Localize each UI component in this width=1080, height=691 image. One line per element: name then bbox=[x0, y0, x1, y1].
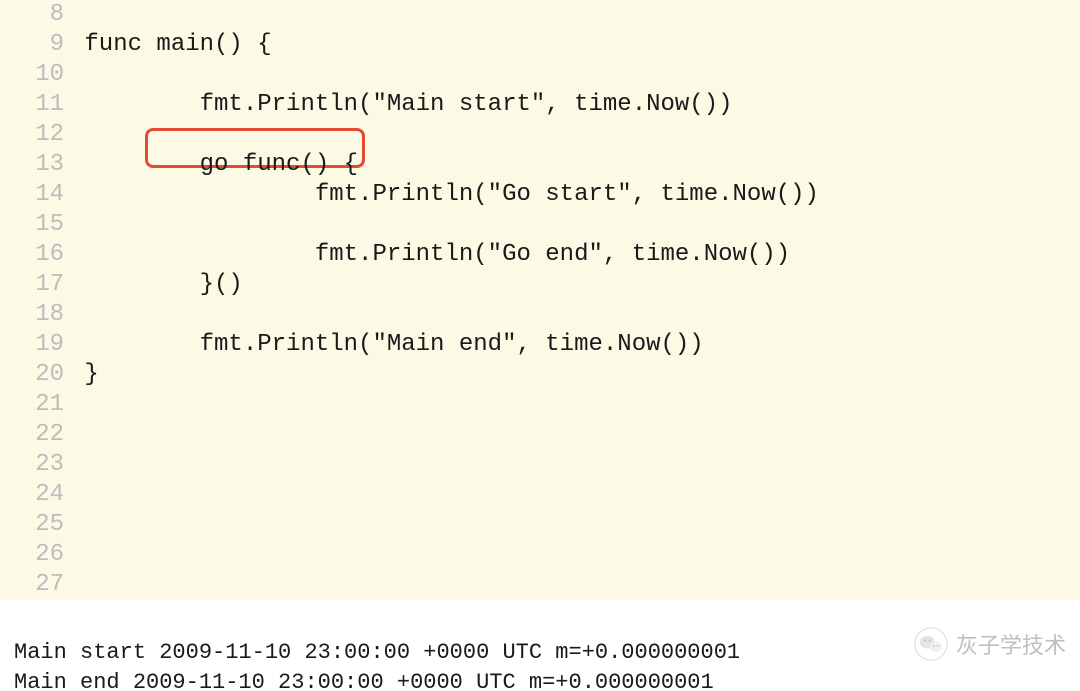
line-number: 8 bbox=[0, 0, 70, 30]
line-number: 12 bbox=[0, 120, 70, 150]
line-number: 16 bbox=[0, 240, 70, 270]
code-text[interactable] bbox=[70, 510, 84, 540]
code-text[interactable] bbox=[70, 420, 84, 450]
code-text[interactable]: func main() { bbox=[70, 30, 272, 60]
code-text[interactable] bbox=[70, 0, 84, 30]
code-line[interactable]: 18 bbox=[0, 300, 1080, 330]
line-number: 27 bbox=[0, 570, 70, 600]
code-text[interactable] bbox=[70, 480, 84, 510]
code-line[interactable]: 20 } bbox=[0, 360, 1080, 390]
line-number: 22 bbox=[0, 420, 70, 450]
code-line[interactable]: 13 go func() { bbox=[0, 150, 1080, 180]
code-line[interactable]: 11 fmt.Println("Main start", time.Now()) bbox=[0, 90, 1080, 120]
code-line[interactable]: 16 fmt.Println("Go end", time.Now()) bbox=[0, 240, 1080, 270]
code-line[interactable]: 8 bbox=[0, 0, 1080, 30]
code-text[interactable] bbox=[70, 570, 84, 600]
line-number: 20 bbox=[0, 360, 70, 390]
code-line[interactable]: 9 func main() { bbox=[0, 30, 1080, 60]
code-text[interactable]: fmt.Println("Main start", time.Now()) bbox=[70, 90, 733, 120]
code-text[interactable] bbox=[70, 60, 84, 90]
line-number: 17 bbox=[0, 270, 70, 300]
code-line[interactable]: 25 bbox=[0, 510, 1080, 540]
line-number: 24 bbox=[0, 480, 70, 510]
code-text[interactable] bbox=[70, 210, 84, 240]
code-text[interactable]: fmt.Println("Main end", time.Now()) bbox=[70, 330, 704, 360]
line-number: 11 bbox=[0, 90, 70, 120]
line-number: 18 bbox=[0, 300, 70, 330]
terminal-line: Main start 2009-11-10 23:00:00 +0000 UTC… bbox=[14, 638, 1080, 668]
code-editor[interactable]: 8 9 func main() {10 11 fmt.Println("Main… bbox=[0, 0, 1080, 600]
code-line[interactable]: 17 }() bbox=[0, 270, 1080, 300]
line-number: 23 bbox=[0, 450, 70, 480]
line-number: 19 bbox=[0, 330, 70, 360]
code-text[interactable] bbox=[70, 450, 84, 480]
code-line[interactable]: 23 bbox=[0, 450, 1080, 480]
line-number: 15 bbox=[0, 210, 70, 240]
line-number: 10 bbox=[0, 60, 70, 90]
line-number: 13 bbox=[0, 150, 70, 180]
code-text[interactable]: fmt.Println("Go end", time.Now()) bbox=[70, 240, 790, 270]
code-line[interactable]: 24 bbox=[0, 480, 1080, 510]
code-line[interactable]: 26 bbox=[0, 540, 1080, 570]
code-line[interactable]: 12 bbox=[0, 120, 1080, 150]
line-number: 14 bbox=[0, 180, 70, 210]
code-text[interactable]: } bbox=[70, 360, 99, 390]
line-number: 9 bbox=[0, 30, 70, 60]
line-number: 26 bbox=[0, 540, 70, 570]
code-text[interactable]: fmt.Println("Go start", time.Now()) bbox=[70, 180, 819, 210]
code-text[interactable]: }() bbox=[70, 270, 243, 300]
code-line[interactable]: 14 fmt.Println("Go start", time.Now()) bbox=[0, 180, 1080, 210]
code-text[interactable] bbox=[70, 120, 84, 150]
line-number: 25 bbox=[0, 510, 70, 540]
line-number: 21 bbox=[0, 390, 70, 420]
code-line[interactable]: 19 fmt.Println("Main end", time.Now()) bbox=[0, 330, 1080, 360]
code-line[interactable]: 21 bbox=[0, 390, 1080, 420]
code-text[interactable]: go func() { bbox=[70, 150, 358, 180]
code-line[interactable]: 10 bbox=[0, 60, 1080, 90]
code-text[interactable] bbox=[70, 300, 84, 330]
code-text[interactable] bbox=[70, 390, 84, 420]
code-text[interactable] bbox=[70, 540, 84, 570]
terminal-output: Main start 2009-11-10 23:00:00 +0000 UTC… bbox=[0, 600, 1080, 691]
code-line[interactable]: 15 bbox=[0, 210, 1080, 240]
terminal-line: Main end 2009-11-10 23:00:00 +0000 UTC m… bbox=[14, 668, 1080, 691]
code-line[interactable]: 22 bbox=[0, 420, 1080, 450]
code-line[interactable]: 27 bbox=[0, 570, 1080, 600]
